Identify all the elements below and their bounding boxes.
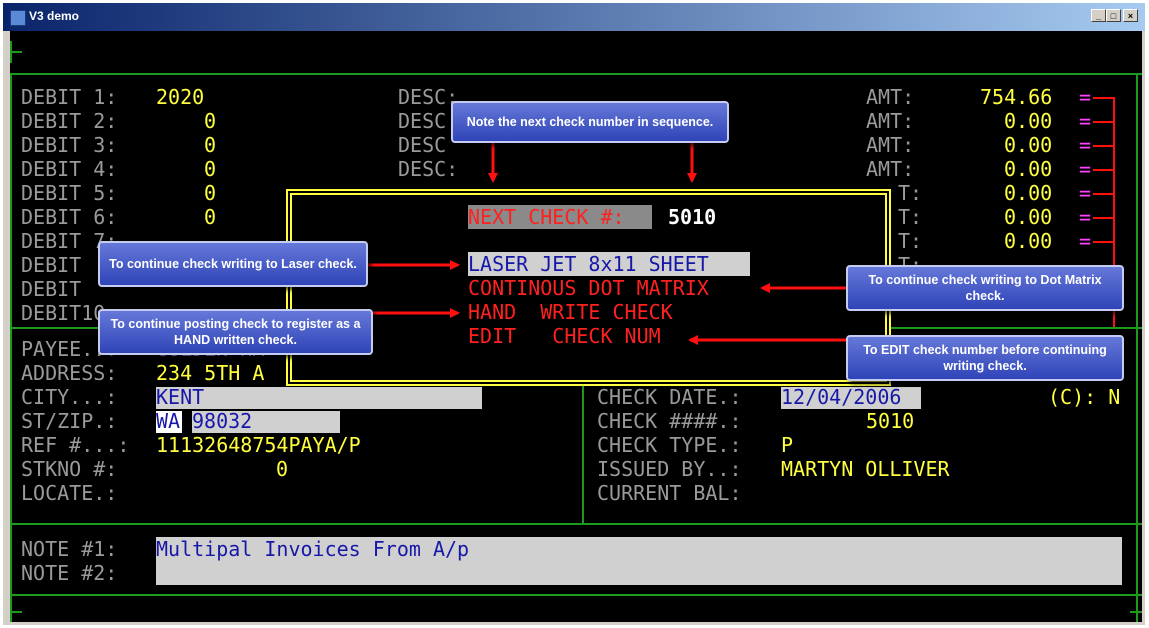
window-title: V3 demo	[29, 9, 80, 23]
minimize-button[interactable]: _	[1091, 9, 1106, 22]
app-window: V3 demo _ □ × DEBIT 1: DEBIT 2: DEBIT 3:…	[3, 3, 1145, 625]
callout-laser: To continue check writing to Laser check…	[98, 241, 368, 287]
callout-edit: To EDIT check number before continuing w…	[846, 335, 1124, 381]
title-bar[interactable]: V3 demo _ □ ×	[3, 3, 1145, 31]
close-button[interactable]: ×	[1123, 9, 1138, 22]
maximize-button[interactable]: □	[1106, 9, 1121, 22]
terminal-screen: DEBIT 1: DEBIT 2: DEBIT 3: DEBIT 4: DEBI…	[10, 31, 1142, 622]
callout-dot-matrix: To continue check writing to Dot Matrix …	[846, 265, 1124, 311]
app-icon	[10, 10, 26, 26]
callout-next-check: Note the next check number in sequence.	[451, 101, 729, 143]
callout-hand: To continue posting check to register as…	[98, 309, 373, 355]
